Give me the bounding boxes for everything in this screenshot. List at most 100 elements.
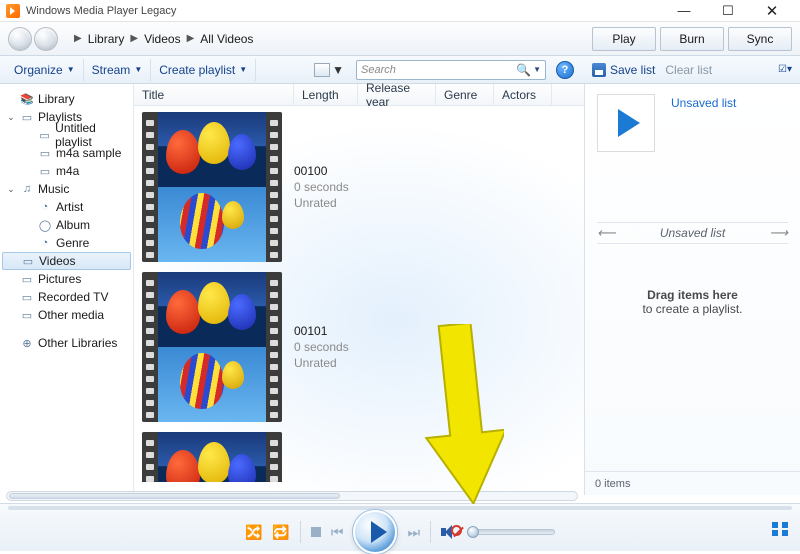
app-icon [6, 4, 20, 18]
seek-bar[interactable] [8, 506, 792, 510]
mute-button[interactable] [441, 525, 459, 539]
col-release-year[interactable]: Release year [358, 84, 436, 105]
scrollbar-thumb[interactable] [9, 493, 340, 499]
col-actors[interactable]: Actors [494, 84, 552, 105]
content-pane: Title Length Release year Genre Actors 0… [133, 84, 584, 495]
artist-icon: ◔ [38, 200, 52, 214]
tab-play[interactable]: Play [592, 27, 656, 51]
next-button[interactable]: ⏭ [407, 524, 420, 541]
title-bar: Windows Media Player Legacy — ☐ ✕ [0, 0, 800, 22]
genre-icon: ◔ [38, 236, 52, 250]
caret-down-icon[interactable]: ▼ [533, 65, 541, 74]
pictures-icon: ▭ [20, 272, 34, 286]
playlist-item-count: 0 items [585, 471, 800, 495]
switch-to-now-playing-button[interactable] [772, 522, 788, 536]
play-button[interactable] [353, 510, 397, 554]
nav-forward-button[interactable] [34, 27, 58, 51]
sidebar-item-playlist[interactable]: ▭m4a sample [2, 144, 131, 162]
volume-slider[interactable] [469, 529, 555, 535]
sidebar-item-videos[interactable]: ▭Videos [2, 252, 131, 270]
nav-bar: ▶ Library ▶ Videos ▶ All Videos Play Bur… [0, 22, 800, 56]
maximize-button[interactable]: ☐ [706, 1, 750, 21]
playlist-title: Unsaved list [660, 226, 725, 240]
sidebar-item-pictures[interactable]: ▭Pictures [2, 270, 131, 288]
video-rating: Unrated [294, 356, 349, 370]
stream-menu[interactable]: Stream▼ [84, 59, 152, 81]
playlist-file-icon: ▭ [38, 164, 52, 178]
video-thumbnail [142, 432, 282, 482]
video-item[interactable] [142, 432, 576, 482]
save-icon [592, 63, 606, 77]
playlist-icon: ▭ [20, 110, 34, 124]
caret-down-icon[interactable]: ⌄ [6, 112, 16, 123]
search-input[interactable] [361, 64, 516, 76]
breadcrumb-item[interactable]: Library [88, 32, 125, 46]
volume-knob[interactable] [467, 526, 479, 538]
sidebar-item-recorded-tv[interactable]: ▭Recorded TV [2, 288, 131, 306]
breadcrumb-item[interactable]: All Videos [200, 32, 253, 46]
sidebar-item-other-libraries[interactable]: ⊕Other Libraries [2, 334, 131, 352]
create-playlist-menu[interactable]: Create playlist▼ [151, 59, 256, 81]
repeat-button[interactable]: 🔁 [272, 524, 289, 541]
sidebar-item-artist[interactable]: ◔Artist [2, 198, 131, 216]
video-duration: 0 seconds [294, 340, 349, 354]
stop-button[interactable] [311, 527, 321, 537]
playlist-pane: Unsaved list ⟵ Unsaved list ⟶ Drag items… [584, 84, 800, 495]
organize-menu[interactable]: Organize▼ [6, 59, 84, 81]
save-list-button[interactable]: Save list [592, 63, 655, 77]
library-icon: 📚 [20, 92, 34, 106]
close-button[interactable]: ✕ [750, 1, 794, 21]
video-icon: ▭ [21, 254, 35, 268]
view-icon [314, 63, 330, 77]
nav-back-button[interactable] [8, 27, 32, 51]
playlist-options-button[interactable]: ☑▾ [778, 64, 792, 75]
minimize-button[interactable]: — [662, 1, 706, 21]
caret-down-icon: ▼ [332, 63, 344, 77]
sidebar-item-library[interactable]: 📚Library [2, 90, 131, 108]
video-title: 00100 [294, 164, 349, 178]
arrow-right-icon[interactable]: ⟶ [769, 225, 788, 241]
col-genre[interactable]: Genre [436, 84, 494, 105]
view-mode-button[interactable]: ▼ [308, 63, 350, 77]
video-rating: Unrated [294, 196, 349, 210]
drop-hint-title: Drag items here [647, 288, 738, 302]
horizontal-scrollbar[interactable] [6, 491, 578, 501]
sidebar-item-music[interactable]: ⌄♫Music [2, 180, 131, 198]
player-bar: 🔀 🔁 ⏮ ⏭ [0, 503, 800, 551]
clear-list-button[interactable]: Clear list [665, 63, 712, 77]
sidebar-item-genre[interactable]: ◔Genre [2, 234, 131, 252]
shuffle-button[interactable]: 🔀 [245, 524, 262, 541]
tab-sync[interactable]: Sync [728, 27, 792, 51]
previous-button[interactable]: ⏮ [331, 524, 344, 541]
breadcrumb: ▶ Library ▶ Videos ▶ All Videos [74, 32, 253, 46]
video-item[interactable]: 00101 0 seconds Unrated [142, 272, 576, 422]
caret-down-icon[interactable]: ⌄ [6, 184, 16, 195]
video-item[interactable]: 00100 0 seconds Unrated [142, 112, 576, 262]
sidebar-item-playlist[interactable]: ▭m4a [2, 162, 131, 180]
sidebar-item-other-media[interactable]: ▭Other media [2, 306, 131, 324]
tv-icon: ▭ [20, 290, 34, 304]
tab-burn[interactable]: Burn [660, 27, 724, 51]
sidebar-item-album[interactable]: ◯Album [2, 216, 131, 234]
search-box[interactable]: 🔍▼ [356, 60, 546, 80]
window-title: Windows Media Player Legacy [26, 5, 176, 17]
playlist-file-icon: ▭ [38, 146, 52, 160]
playlist-toolbar: Save list Clear list ☑▾ [584, 56, 800, 84]
col-title[interactable]: Title [134, 84, 294, 105]
caret-down-icon: ▼ [134, 65, 142, 74]
playlist-name-link[interactable]: Unsaved list [671, 96, 736, 110]
help-button[interactable]: ? [556, 61, 574, 79]
chevron-right-icon: ▶ [74, 33, 82, 44]
caret-down-icon: ▼ [67, 65, 75, 74]
arrow-left-icon[interactable]: ⟵ [597, 225, 616, 241]
toolbar: Organize▼ Stream▼ Create playlist▼ ▼ 🔍▼ … [0, 56, 584, 84]
video-thumbnail [142, 272, 282, 422]
play-icon [618, 109, 640, 137]
video-duration: 0 seconds [294, 180, 349, 194]
chevron-right-icon: ▶ [187, 33, 195, 44]
breadcrumb-item[interactable]: Videos [144, 32, 180, 46]
search-icon[interactable]: 🔍 [516, 63, 531, 77]
playlist-drop-zone[interactable]: Drag items here to create a playlist. [597, 288, 788, 316]
sidebar-item-playlist[interactable]: ▭Untitled playlist [2, 126, 131, 144]
col-length[interactable]: Length [294, 84, 358, 105]
